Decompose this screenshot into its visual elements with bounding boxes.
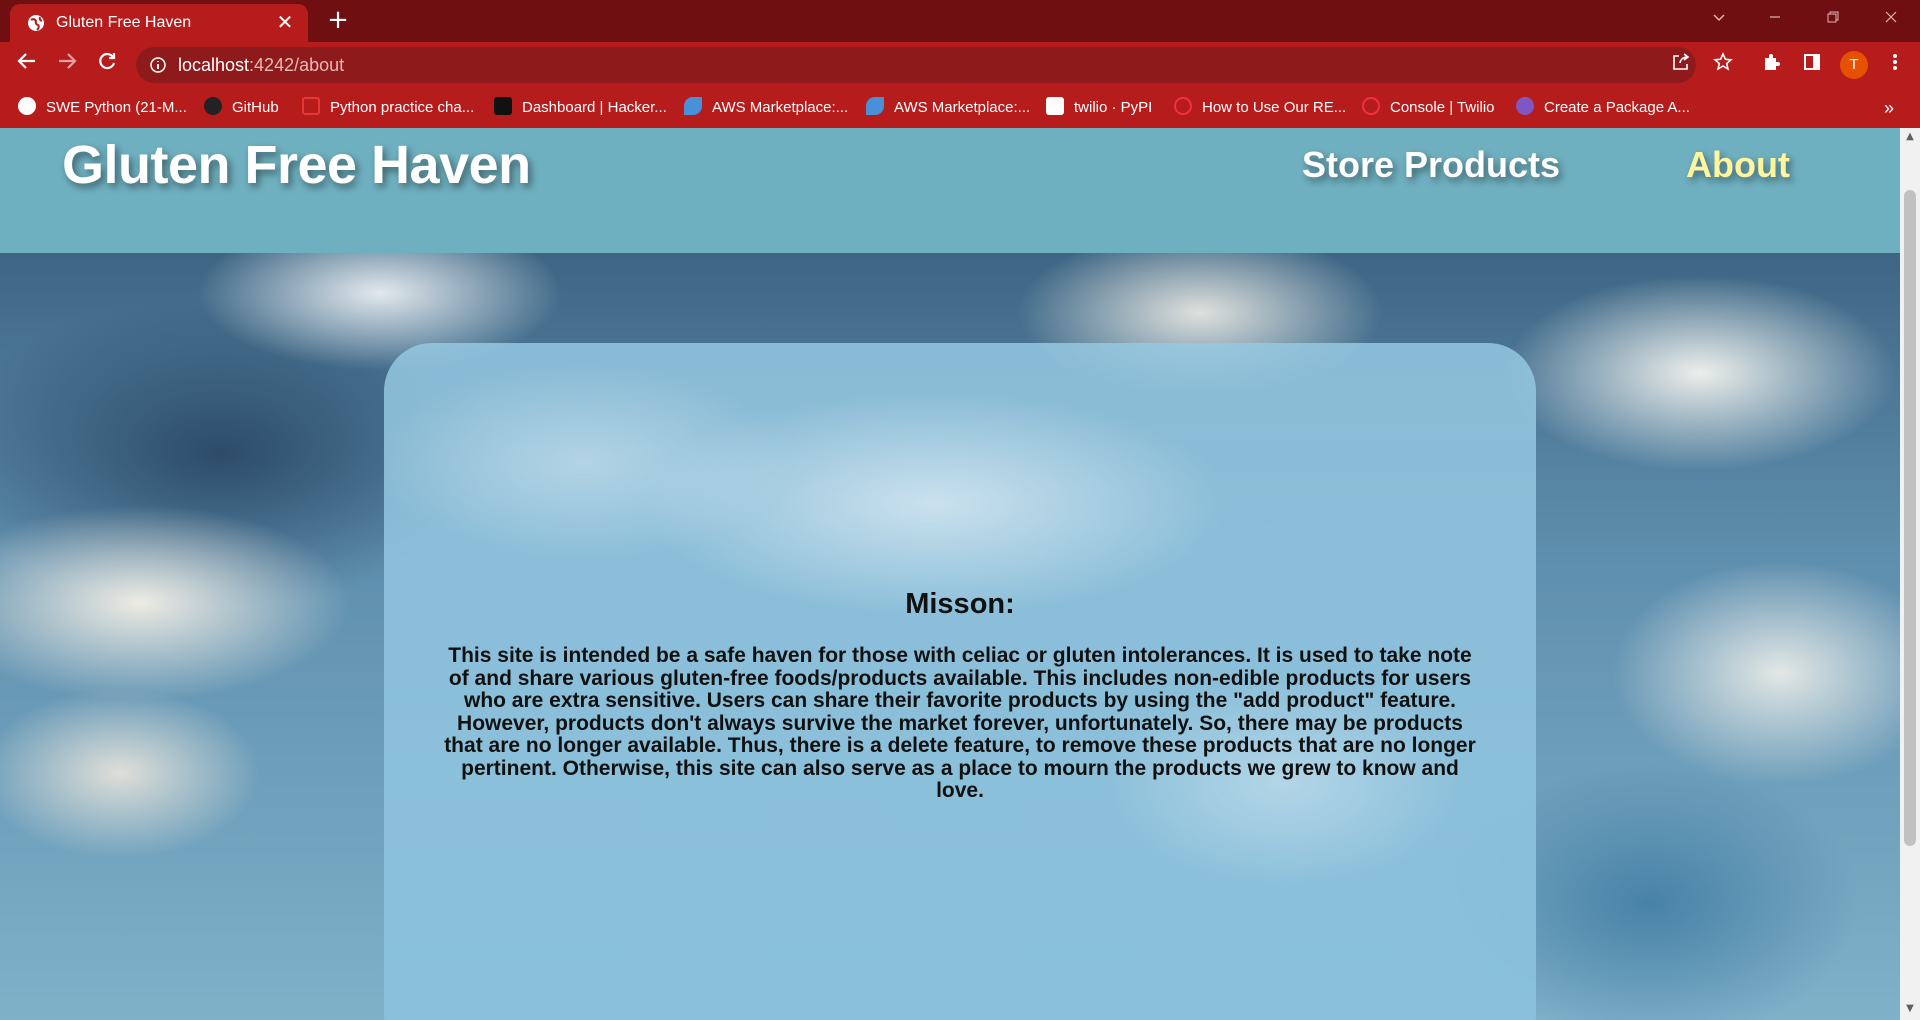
bookmark-item[interactable]: Console | Twilio (1362, 96, 1495, 120)
site-info-icon[interactable] (148, 55, 168, 75)
globe-icon (18, 97, 36, 115)
back-icon[interactable] (12, 50, 42, 80)
minimize-icon[interactable] (1758, 6, 1792, 34)
browser-tab[interactable]: Gluten Free Haven ✕ (10, 4, 308, 42)
bookmarks-bar: SWE Python (21-M... GitHub Python practi… (0, 88, 1920, 128)
twilio-icon (1174, 97, 1192, 115)
bookmark-star-icon[interactable] (1708, 50, 1738, 80)
page-viewport: Gluten Free Haven Store Products About M… (0, 128, 1900, 1020)
bookmark-item[interactable]: GitHub (204, 96, 279, 120)
practice-icon (302, 97, 320, 115)
share-icon[interactable] (1666, 50, 1696, 80)
bookmark-item[interactable]: Python practice cha... (302, 96, 474, 120)
aws-icon (684, 97, 702, 115)
pypi-icon (1046, 97, 1064, 115)
nav-about[interactable]: About (1686, 144, 1790, 186)
bookmark-item[interactable]: SWE Python (21-M... (18, 96, 187, 120)
bookmark-item[interactable]: Dashboard | Hacker... (494, 96, 667, 120)
site-header: Gluten Free Haven Store Products About (0, 128, 1900, 253)
package-icon (1516, 97, 1534, 115)
bookmark-label: Create a Package A... (1544, 99, 1690, 116)
browser-toolbar: localhost:4242/about T (0, 42, 1920, 88)
side-panel-icon[interactable] (1797, 50, 1827, 80)
bookmark-label: AWS Marketplace:... (894, 99, 1031, 116)
nav-store-products[interactable]: Store Products (1302, 144, 1560, 186)
tab-strip: Gluten Free Haven ✕ + (0, 0, 1920, 42)
browser-chrome: Gluten Free Haven ✕ + localhost:4242/abo… (0, 0, 1920, 128)
tab-title: Gluten Free Haven (56, 14, 192, 31)
bookmark-label: SWE Python (21-M... (46, 99, 187, 116)
bookmark-item[interactable]: twilio · PyPI (1046, 96, 1152, 120)
tab-search-icon[interactable] (1702, 6, 1736, 34)
bookmark-item[interactable]: How to Use Our RE... (1174, 96, 1346, 120)
bookmark-label: Python practice cha... (330, 99, 475, 116)
bookmark-label: GitHub (232, 99, 279, 116)
address-url: localhost:4242/about (178, 55, 344, 76)
bookmark-label: AWS Marketplace:... (712, 99, 849, 116)
aws-icon (866, 97, 884, 115)
forward-icon[interactable] (52, 50, 82, 80)
mission-card: Misson: This site is intended be a safe … (384, 343, 1536, 1020)
bookmark-label: How to Use Our RE... (1202, 99, 1347, 116)
bookmark-label: Dashboard | Hacker... (522, 99, 667, 116)
profile-avatar[interactable]: T (1840, 51, 1868, 79)
scroll-thumb[interactable] (1904, 190, 1916, 846)
close-icon[interactable]: ✕ (272, 9, 298, 35)
globe-icon (26, 13, 46, 33)
page-scrollbar[interactable]: ▲ ▼ (1900, 128, 1920, 1020)
bookmark-item[interactable]: AWS Marketplace:... (684, 96, 848, 120)
bookmark-item[interactable]: Create a Package A... (1516, 96, 1690, 120)
scroll-up-icon[interactable]: ▲ (1904, 130, 1916, 144)
extensions-icon[interactable] (1756, 50, 1786, 80)
bookmark-label: Console | Twilio (1390, 99, 1495, 116)
menu-kebab-icon[interactable] (1880, 50, 1910, 80)
mission-text: This site is intended be a safe haven fo… (444, 644, 1476, 802)
address-bar[interactable]: localhost:4242/about (136, 47, 1696, 83)
url-host: localhost (178, 55, 250, 75)
github-icon (204, 97, 222, 115)
hackerrank-icon (494, 97, 512, 115)
scroll-down-icon[interactable]: ▼ (1904, 1002, 1916, 1016)
restore-icon[interactable] (1816, 6, 1850, 34)
bookmarks-overflow-icon[interactable]: » (1884, 96, 1894, 120)
site-title[interactable]: Gluten Free Haven (62, 134, 531, 196)
twilio-icon (1362, 97, 1380, 115)
url-path: :4242/about (249, 55, 345, 75)
bookmark-item[interactable]: AWS Marketplace:... (866, 96, 1030, 120)
mission-heading: Misson: (905, 588, 1015, 620)
reload-icon[interactable] (92, 50, 122, 80)
window-close-icon[interactable] (1874, 6, 1908, 34)
new-tab-button[interactable]: + (324, 6, 352, 34)
bookmark-label: twilio · PyPI (1074, 99, 1153, 116)
